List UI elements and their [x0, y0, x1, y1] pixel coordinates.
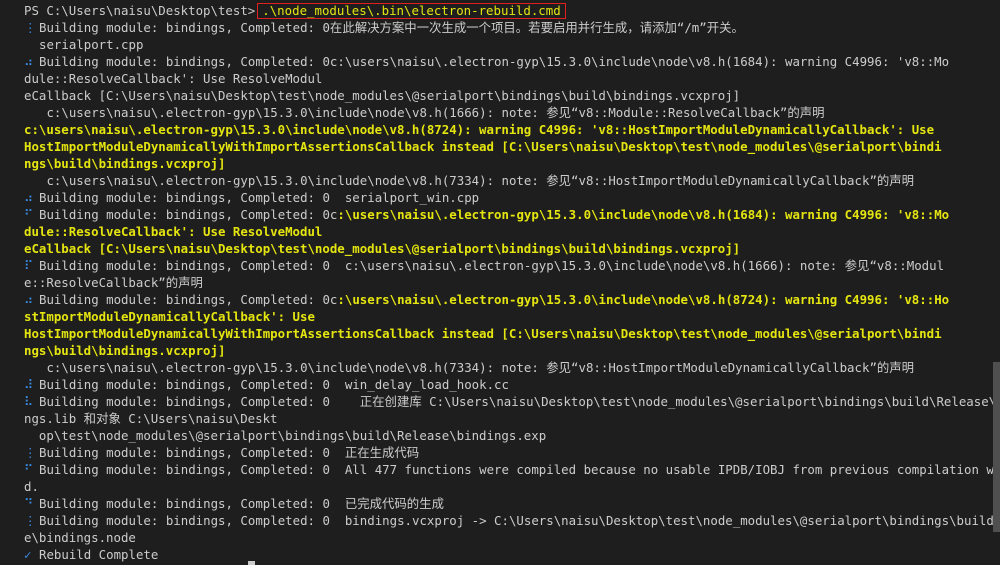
spinner-icon: ⋮ — [24, 513, 37, 528]
output-line: HostImportModuleDynamicallyWithImportAss… — [0, 325, 993, 342]
warning-text: ngs\build\bindings.vcxproj] — [24, 343, 226, 358]
warning-text: HostImportModuleDynamicallyWithImportAss… — [24, 326, 942, 341]
output-line: dule::ResolveCallback': Use ResolveModul — [0, 223, 993, 240]
output-text: Building module: bindings, Completed: 0c… — [24, 207, 949, 222]
warning-text: eCallback [C:\Users\naisu\Desktop\test\n… — [24, 241, 741, 256]
output-text: c:\users\naisu\.electron-gyp\15.3.0\incl… — [39, 360, 915, 375]
spinner-icon: ⠋ — [24, 462, 34, 477]
output-text: c:\users\naisu\.electron-gyp\15.3.0\incl… — [39, 173, 915, 188]
output-text: Building module: bindings, Completed: 0 … — [39, 394, 993, 409]
output-text: Building module: bindings, Completed: 0 … — [39, 377, 509, 392]
output-line: ⠏ Building module: bindings, Completed: 0… — [0, 257, 993, 274]
warning-text: stImportModuleDynamicallyCallback': Use — [24, 309, 315, 324]
output-line: c:\users\naisu\.electron-gyp\15.3.0\incl… — [0, 172, 993, 189]
output-line: eCallback [C:\Users\naisu\Desktop\test\n… — [0, 240, 993, 257]
output-line: HostImportModuleDynamicallyWithImportAss… — [0, 138, 993, 155]
spinner-icon: ⠼ — [24, 377, 34, 392]
spinner-icon: ⠴ — [24, 292, 34, 307]
output-line: e\bindings.node — [0, 529, 993, 546]
prompt-text: PS C:\Users\naisu\Desktop\test> — [24, 3, 256, 18]
warning-text: HostImportModuleDynamicallyWithImportAss… — [24, 139, 942, 154]
output-line: ⠧ Building module: bindings, Completed: 0… — [0, 393, 993, 410]
terminal-output: PS C:\Users\naisu\Desktop\test> .\node_mo… — [0, 2, 993, 563]
output-text: e::ResolveCallback”的声明 — [24, 275, 203, 290]
output-text: Building module: bindings, Completed: 0 … — [39, 190, 480, 205]
output-line: dule::ResolveCallback': Use ResolveModul — [0, 70, 993, 87]
output-text: Rebuild Complete — [39, 547, 159, 562]
output-line: ⠋ Building module: bindings, Completed: 0… — [0, 206, 993, 223]
status-text: Building module: bindings, Completed: 0c — [39, 292, 338, 307]
spinner-icon: ⠏ — [24, 258, 34, 273]
spinner-icon: ⠋ — [24, 207, 34, 222]
spinner-icon: ⋮ — [24, 20, 37, 35]
spinner-icon: ⠧ — [24, 394, 34, 409]
output-line: ⋮ Building module: bindings, Completed: 0… — [0, 19, 993, 36]
output-line: c:\users\naisu\.electron-gyp\15.3.0\incl… — [0, 359, 993, 376]
output-line: stImportModuleDynamicallyCallback': Use — [0, 308, 993, 325]
output-line: ngs\build\bindings.vcxproj] — [0, 155, 993, 172]
warning-text: dule::ResolveCallback': Use ResolveModul — [24, 224, 323, 239]
output-line: d. — [0, 478, 993, 495]
output-line: c:\users\naisu\.electron-gyp\15.3.0\incl… — [0, 104, 993, 121]
terminal-cursor — [248, 561, 255, 565]
output-text: e\bindings.node — [24, 530, 136, 545]
output-line: ⠴ Building module: bindings, Completed: 0… — [0, 189, 993, 206]
output-text: eCallback [C:\Users\naisu\Desktop\test\n… — [24, 88, 741, 103]
output-text: serialport.cpp — [39, 37, 144, 52]
output-line: ⠴ Building module: bindings, Completed: 0… — [0, 291, 993, 308]
output-text: ngs.lib 和对象 C:\Users\naisu\Deskt — [24, 411, 278, 426]
output-text: op\test\node_modules\@serialport\binding… — [24, 428, 547, 443]
warning-text: c:\users\naisu\.electron-gyp\15.3.0\incl… — [24, 122, 935, 137]
output-line: c:\users\naisu\.electron-gyp\15.3.0\incl… — [0, 121, 993, 138]
warning-text: :\users\naisu\.electron-gyp\15.3.0\inclu… — [337, 207, 950, 222]
spinner-icon: ⠙ — [24, 496, 34, 511]
spinner-icon: ⠴ — [24, 190, 34, 205]
output-text: d. — [24, 479, 39, 494]
output-line: ✓ Rebuild Complete — [0, 546, 993, 563]
output-text: Building module: bindings, Completed: 0 … — [39, 462, 993, 477]
warning-text: ngs\build\bindings.vcxproj] — [24, 156, 226, 171]
warning-text: :\users\naisu\.electron-gyp\15.3.0\inclu… — [337, 292, 950, 307]
output-line: ngs\build\bindings.vcxproj] — [0, 342, 993, 359]
output-line: ⠴ Building module: bindings, Completed: 0… — [0, 53, 993, 70]
check-icon: ✓ — [24, 547, 32, 562]
scrollbar-track[interactable] — [993, 0, 1000, 565]
command-text: .\node_modules\.bin\electron-rebuild.cmd — [257, 3, 566, 19]
output-text: Building module: bindings, Completed: 0c… — [24, 292, 949, 307]
output-line: eCallback [C:\Users\naisu\Desktop\test\n… — [0, 87, 993, 104]
output-line: ⋮ Building module: bindings, Completed: 0… — [0, 444, 993, 461]
spinner-icon: ⠴ — [24, 54, 34, 69]
spinner-icon: ⋮ — [24, 445, 37, 460]
output-line: e::ResolveCallback”的声明 — [0, 274, 993, 291]
output-text: Building module: bindings, Completed: 0 … — [39, 258, 945, 273]
output-line: ⠙ Building module: bindings, Completed: 0… — [0, 495, 993, 512]
output-line: ⠼ Building module: bindings, Completed: 0… — [0, 376, 993, 393]
prompt-line: PS C:\Users\naisu\Desktop\test> .\node_mo… — [0, 2, 993, 19]
output-text: Building module: bindings, Completed: 0 … — [39, 513, 993, 528]
output-line: ⠋ Building module: bindings, Completed: 0… — [0, 461, 993, 478]
status-text: Building module: bindings, Completed: 0c — [39, 207, 338, 222]
scrollbar-thumb[interactable] — [993, 362, 1000, 532]
output-text: c:\users\naisu\.electron-gyp\15.3.0\incl… — [39, 105, 825, 120]
output-text: Building module: bindings, Completed: 0 … — [39, 496, 444, 511]
terminal-window[interactable]: PS C:\Users\naisu\Desktop\test> .\node_mo… — [0, 0, 1000, 565]
output-line: op\test\node_modules\@serialport\binding… — [0, 427, 993, 444]
output-line: serialport.cpp — [0, 36, 993, 53]
output-line: ngs.lib 和对象 C:\Users\naisu\Deskt — [0, 410, 993, 427]
output-text: dule::ResolveCallback': Use ResolveModul — [24, 71, 323, 86]
output-line: ⋮ Building module: bindings, Completed: 0… — [0, 512, 993, 529]
output-text: Building module: bindings, Completed: 0 … — [39, 445, 420, 460]
output-text: Building module: bindings, Completed: 0在… — [39, 20, 744, 35]
output-text: Building module: bindings, Completed: 0c… — [39, 54, 950, 69]
